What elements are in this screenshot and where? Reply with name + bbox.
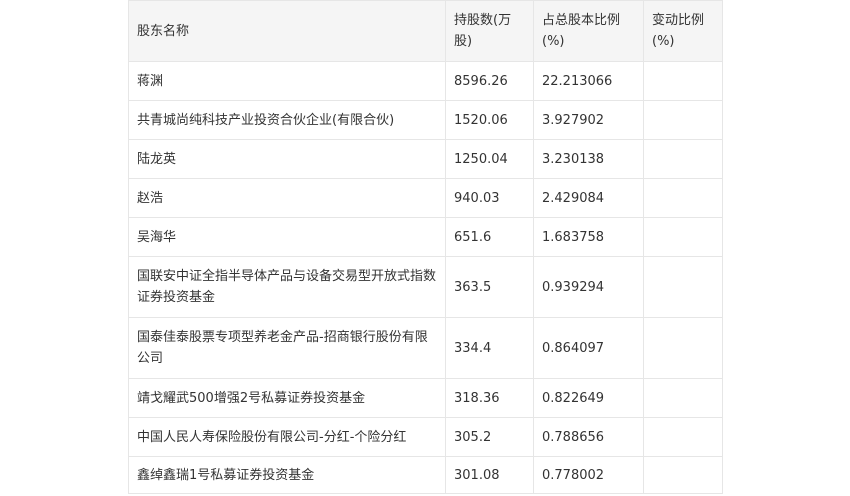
cell-shares: 363.5 — [445, 256, 534, 318]
cell-ratio: 0.939294 — [533, 256, 644, 318]
cell-change — [643, 100, 723, 140]
shareholder-table-container: 股东名称 持股数(万股) 占总股本比例(%) 变动比例(%) 蒋渊 8596.2… — [128, 0, 723, 494]
cell-shareholder-name: 国联安中证全指半导体产品与设备交易型开放式指数证券投资基金 — [128, 256, 446, 318]
table-row: 靖戈耀武500增强2号私募证券投资基金 318.36 0.822649 — [128, 378, 723, 418]
cell-ratio: 1.683758 — [533, 217, 644, 257]
table-row: 国联安中证全指半导体产品与设备交易型开放式指数证券投资基金 363.5 0.93… — [128, 256, 723, 318]
cell-ratio: 22.213066 — [533, 61, 644, 101]
table-row: 中国人民人寿保险股份有限公司-分红-个险分红 305.2 0.788656 — [128, 417, 723, 457]
cell-change — [643, 61, 723, 101]
header-ratio: 占总股本比例(%) — [533, 0, 644, 62]
cell-change — [643, 456, 723, 494]
cell-ratio: 0.778002 — [533, 456, 644, 494]
cell-shares: 940.03 — [445, 178, 534, 218]
header-shareholder-name: 股东名称 — [128, 0, 446, 62]
cell-shareholder-name: 陆龙英 — [128, 139, 446, 179]
table-row: 蒋渊 8596.26 22.213066 — [128, 61, 723, 101]
cell-shares: 305.2 — [445, 417, 534, 457]
cell-shares: 301.08 — [445, 456, 534, 494]
table-row: 共青城尚纯科技产业投资合伙企业(有限合伙) 1520.06 3.927902 — [128, 100, 723, 140]
cell-shares: 651.6 — [445, 217, 534, 257]
cell-ratio: 3.927902 — [533, 100, 644, 140]
cell-shares: 8596.26 — [445, 61, 534, 101]
header-change: 变动比例(%) — [643, 0, 723, 62]
cell-shares: 1520.06 — [445, 100, 534, 140]
table-row: 吴海华 651.6 1.683758 — [128, 217, 723, 257]
cell-shareholder-name: 共青城尚纯科技产业投资合伙企业(有限合伙) — [128, 100, 446, 140]
cell-shareholder-name: 国泰佳泰股票专项型养老金产品-招商银行股份有限公司 — [128, 317, 446, 379]
cell-change — [643, 378, 723, 418]
table-row: 国泰佳泰股票专项型养老金产品-招商银行股份有限公司 334.4 0.864097 — [128, 317, 723, 379]
cell-ratio: 0.864097 — [533, 317, 644, 379]
cell-shareholder-name: 蒋渊 — [128, 61, 446, 101]
cell-shareholder-name: 鑫绰鑫瑞1号私募证券投资基金 — [128, 456, 446, 494]
cell-change — [643, 217, 723, 257]
table-row: 鑫绰鑫瑞1号私募证券投资基金 301.08 0.778002 — [128, 456, 723, 494]
cell-ratio: 0.788656 — [533, 417, 644, 457]
shareholder-table: 股东名称 持股数(万股) 占总股本比例(%) 变动比例(%) 蒋渊 8596.2… — [128, 0, 723, 494]
cell-change — [643, 317, 723, 379]
cell-shares: 334.4 — [445, 317, 534, 379]
cell-shareholder-name: 吴海华 — [128, 217, 446, 257]
cell-ratio: 3.230138 — [533, 139, 644, 179]
table-header-row: 股东名称 持股数(万股) 占总股本比例(%) 变动比例(%) — [128, 0, 723, 62]
cell-ratio: 0.822649 — [533, 378, 644, 418]
cell-shares: 1250.04 — [445, 139, 534, 179]
cell-ratio: 2.429084 — [533, 178, 644, 218]
cell-shareholder-name: 中国人民人寿保险股份有限公司-分红-个险分红 — [128, 417, 446, 457]
cell-change — [643, 417, 723, 457]
cell-change — [643, 256, 723, 318]
cell-shareholder-name: 赵浩 — [128, 178, 446, 218]
table-row: 陆龙英 1250.04 3.230138 — [128, 139, 723, 179]
table-row: 赵浩 940.03 2.429084 — [128, 178, 723, 218]
cell-shareholder-name: 靖戈耀武500增强2号私募证券投资基金 — [128, 378, 446, 418]
cell-change — [643, 178, 723, 218]
cell-shares: 318.36 — [445, 378, 534, 418]
cell-change — [643, 139, 723, 179]
header-shares: 持股数(万股) — [445, 0, 534, 62]
